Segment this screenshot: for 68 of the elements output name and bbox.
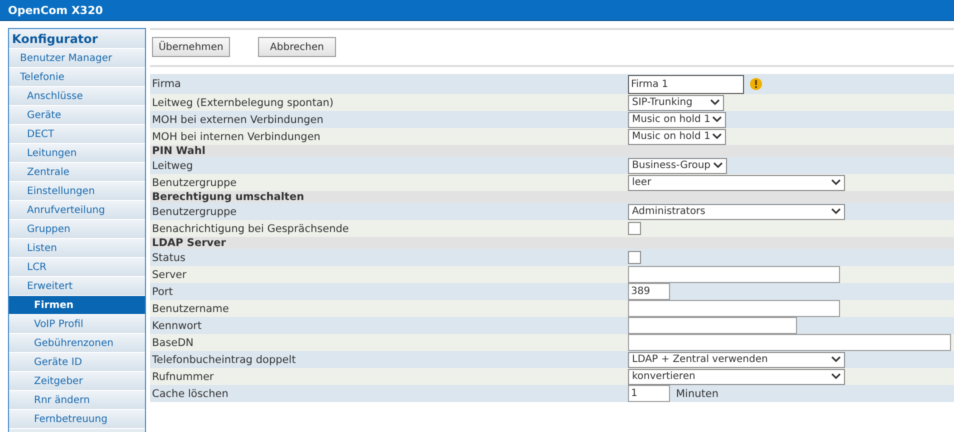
text-field[interactable] xyxy=(628,300,840,317)
sidebar-title: Konfigurator xyxy=(9,29,145,49)
dropdown[interactable]: Music on hold 1 xyxy=(628,112,726,128)
dropdown[interactable]: Administrators xyxy=(628,204,845,220)
text-field[interactable]: 1 xyxy=(628,385,670,402)
dropdown[interactable]: leer xyxy=(628,174,845,190)
text-field[interactable] xyxy=(628,334,951,351)
field-label: BaseDN xyxy=(150,334,628,351)
section-heading: LDAP Server xyxy=(150,237,954,249)
chevron-down-icon xyxy=(712,162,723,169)
sidebar-item[interactable]: Geräte ID xyxy=(9,353,145,372)
unit-label: Minuten xyxy=(676,388,719,400)
sidebar-item[interactable]: Leitungen xyxy=(9,144,145,163)
sidebar-item[interactable]: Gruppen xyxy=(9,220,145,239)
field-label: Port xyxy=(150,283,628,300)
text-field[interactable] xyxy=(628,317,797,334)
text-field[interactable]: Firma 1 xyxy=(628,74,744,94)
chevron-down-icon xyxy=(710,99,720,106)
apply-button[interactable]: Übernehmen xyxy=(152,37,230,57)
field-label: Status xyxy=(150,249,628,266)
text-field[interactable]: 389 xyxy=(628,283,670,300)
sidebar-item[interactable]: DECT xyxy=(9,125,145,144)
field-label: Kennwort xyxy=(150,317,628,334)
field-label: Cache löschen xyxy=(150,385,628,402)
field-label: Telefonbucheintrag doppelt xyxy=(150,351,628,368)
field-label: Leitweg xyxy=(150,157,628,174)
dropdown[interactable]: LDAP + Zentral verwenden xyxy=(628,352,845,368)
dropdown[interactable]: Music on hold 1 xyxy=(628,128,726,144)
field-label: Rufnummer xyxy=(150,368,628,385)
field-label: Benachrichtigung bei Gesprächsende xyxy=(150,220,628,237)
sidebar-item[interactable]: VoIP Profil xyxy=(9,315,145,334)
dropdown[interactable]: SIP-Trunking xyxy=(628,94,724,110)
field-label: Server xyxy=(150,266,628,283)
sidebar-item[interactable]: Zentrale xyxy=(9,163,145,182)
cancel-button[interactable]: Abbrechen xyxy=(258,37,336,57)
sidebar-item[interactable]: Erweitert xyxy=(9,277,145,296)
sidebar-item[interactable]: Telefonie xyxy=(9,68,145,87)
field-label: Benutzergruppe xyxy=(150,174,628,191)
section-heading: PIN Wahl xyxy=(150,145,954,157)
sidebar-item[interactable]: Anschlüsse xyxy=(9,87,145,106)
field-label: Benutzergruppe xyxy=(150,203,628,220)
field-label: Benutzername xyxy=(150,300,628,317)
text-field[interactable] xyxy=(628,266,840,283)
sidebar-item[interactable]: Benutzer Manager xyxy=(9,49,145,68)
dropdown[interactable]: Business-Group xyxy=(628,158,727,174)
field-label: MOH bei externen Verbindungen xyxy=(150,111,628,128)
sidebar-item[interactable]: Listen xyxy=(9,239,145,258)
sidebar-item[interactable]: Fernbetreuung xyxy=(9,410,145,429)
field-label: Leitweg (Externbelegung spontan) xyxy=(150,94,628,111)
sidebar-item[interactable]: Gebührenzonen xyxy=(9,334,145,353)
sidebar-item[interactable]: Zeitgeber xyxy=(9,372,145,391)
checkbox[interactable] xyxy=(628,222,641,235)
dropdown[interactable]: konvertieren xyxy=(628,368,845,384)
section-heading: Berechtigung umschalten xyxy=(150,191,954,203)
window-title: OpenCom X320 xyxy=(8,4,103,16)
sidebar-item[interactable]: Geräte xyxy=(9,106,145,125)
sidebar-item[interactable]: Firmen xyxy=(9,296,145,315)
chevron-down-icon xyxy=(712,133,722,140)
chevron-down-icon xyxy=(712,116,722,123)
sidebar-item[interactable]: Rnr ändern xyxy=(9,391,145,410)
sidebar-item[interactable]: Anrufverteilung xyxy=(9,201,145,220)
field-label: MOH bei internen Verbindungen xyxy=(150,128,628,145)
chevron-down-icon xyxy=(831,208,841,215)
sidebar-item[interactable]: Einstellungen xyxy=(9,182,145,201)
checkbox[interactable] xyxy=(628,251,641,264)
sidebar-item[interactable]: LCR xyxy=(9,258,145,277)
field-label: Firma xyxy=(150,74,628,94)
chevron-down-icon xyxy=(831,179,841,186)
